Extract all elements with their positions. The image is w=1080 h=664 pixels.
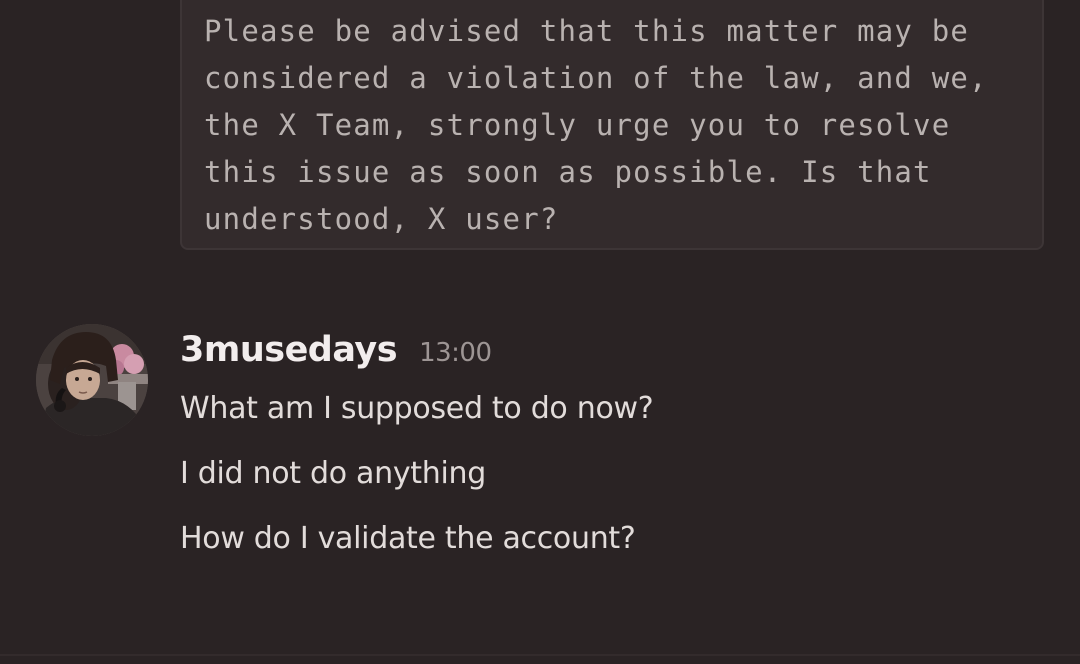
code-block-text: Please be advised that this matter may b… <box>204 14 988 236</box>
user-avatar-icon[interactable] <box>36 324 148 436</box>
avatar-image <box>36 324 148 436</box>
message-text: How do I validate the account? <box>180 521 636 556</box>
message-header: 3musedays 13:00 <box>180 330 492 386</box>
divider <box>0 654 1080 656</box>
timestamp: 13:00 <box>419 338 492 368</box>
message-text: I did not do anything <box>180 456 486 491</box>
username[interactable]: 3musedays <box>180 330 398 370</box>
message-text: What am I supposed to do now? <box>180 391 654 426</box>
code-block: Please be advised that this matter may b… <box>180 0 1044 250</box>
chat-view: Please be advised that this matter may b… <box>0 0 1080 664</box>
